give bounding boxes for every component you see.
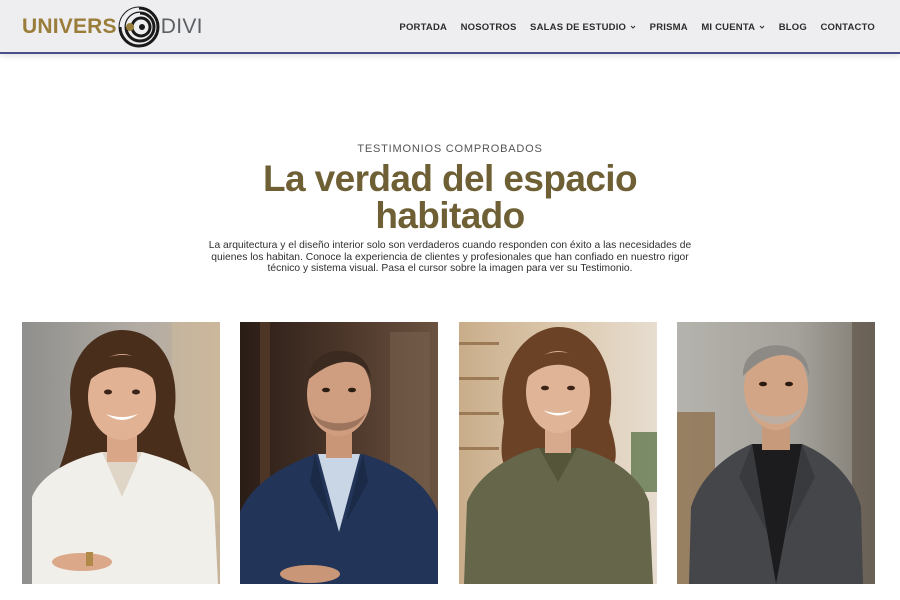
nav-contacto[interactable]: CONTACTO xyxy=(820,22,875,33)
section-title: La verdad del espacio habitado xyxy=(150,160,750,234)
nav-label: MI CUENTA xyxy=(701,21,756,33)
intro-line-2: quienes los habitan. Conoce la experienc… xyxy=(211,251,689,263)
testimonial-photo-4 xyxy=(677,322,875,584)
testimonial-photo-2 xyxy=(240,322,438,584)
logo-text-left: UNIVERS xyxy=(22,15,117,38)
nav-label: PRISMA xyxy=(649,21,688,33)
nav-label: BLOG xyxy=(778,21,807,33)
testimonial-photo-1 xyxy=(22,322,220,584)
logo-swirl-icon xyxy=(118,6,160,48)
nav-label: SALAS DE ESTUDIO xyxy=(530,21,627,33)
logo-text-right: DIVI xyxy=(160,15,203,38)
nav-prisma[interactable]: PRISMA xyxy=(650,22,688,33)
chevron-down-icon xyxy=(630,25,636,29)
title-line-2: habitado xyxy=(375,195,525,236)
nav-mi-cuenta[interactable]: MI CUENTA xyxy=(701,22,765,33)
section-intro: La arquitectura y el diseño interior sol… xyxy=(205,240,695,275)
testimonial-card-4[interactable] xyxy=(677,322,875,584)
intro-line-3: técnico y sistema visual. Pasa el cursor… xyxy=(267,263,633,275)
nav-label: CONTACTO xyxy=(820,21,875,33)
site-header: UNIVERS DIVI PORTADA NOSOTROS SALAS DE E… xyxy=(0,0,900,54)
chevron-down-icon xyxy=(759,25,765,29)
testimonial-card-3[interactable] xyxy=(459,322,657,584)
site-logo[interactable]: UNIVERS DIVI xyxy=(22,6,203,48)
testimonial-grid xyxy=(0,322,900,584)
section-eyebrow: TESTIMONIOS COMPROBADOS xyxy=(357,143,543,155)
nav-nosotros[interactable]: NOSOTROS xyxy=(461,22,517,33)
nav-blog[interactable]: BLOG xyxy=(779,22,807,33)
testimonial-photo-3 xyxy=(459,322,657,584)
nav-label: PORTADA xyxy=(399,21,448,33)
nav-label: NOSOTROS xyxy=(460,21,517,33)
testimonial-card-1[interactable] xyxy=(22,322,220,584)
nav-salas-de-estudio[interactable]: SALAS DE ESTUDIO xyxy=(530,22,636,33)
testimonial-card-2[interactable] xyxy=(240,322,438,584)
nav-portada[interactable]: PORTADA xyxy=(399,22,447,33)
title-line-1: La verdad del espacio xyxy=(262,158,638,199)
intro-line-1: La arquitectura y el diseño interior sol… xyxy=(208,240,692,251)
main-nav: PORTADA NOSOTROS SALAS DE ESTUDIO PRISMA… xyxy=(386,0,875,54)
